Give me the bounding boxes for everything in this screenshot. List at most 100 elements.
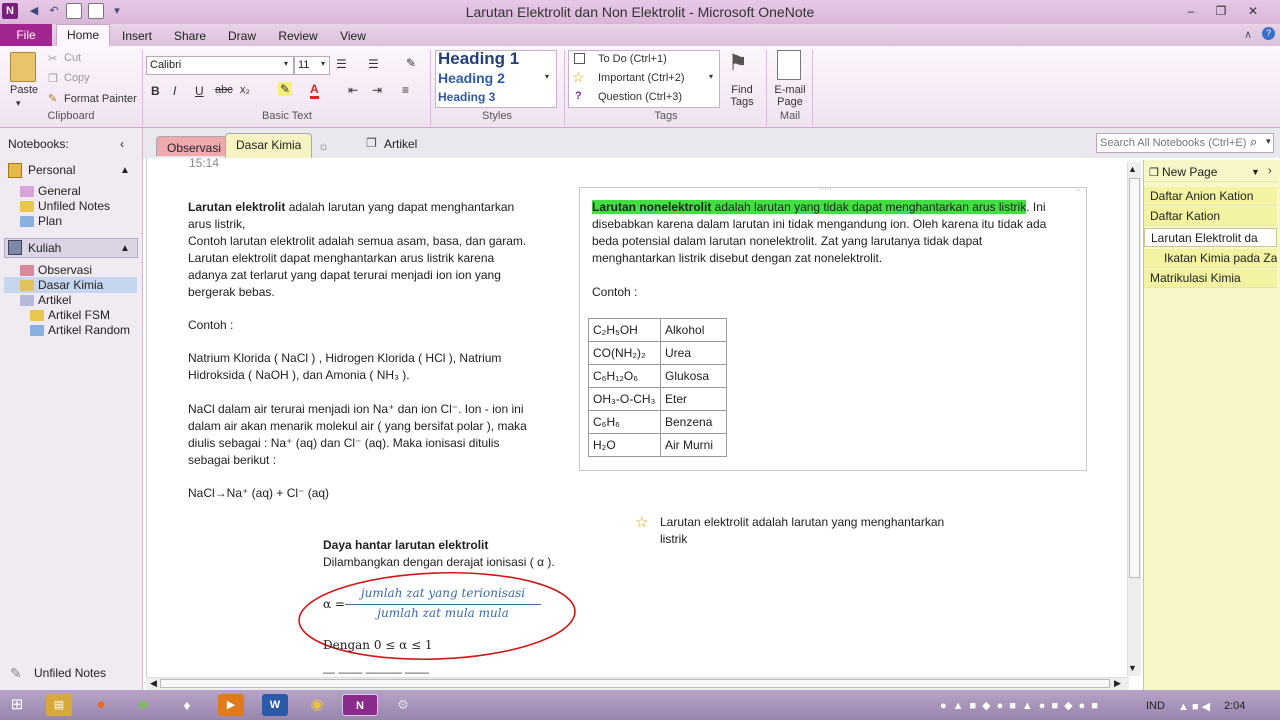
text-line[interactable]: menghantarkan listrik disebut dengan zat… — [592, 250, 882, 267]
collapse-ribbon-icon[interactable]: ∧ — [1244, 28, 1252, 41]
alpha-range[interactable]: Dengan 0 ≤ α ≤ 1 — [323, 637, 433, 654]
electrolyte-definition[interactable]: Larutan elektrolit adalah larutan yang d… — [188, 199, 514, 216]
nonelectrolyte-definition[interactable]: Larutan nonelektrolit adalah larutan yan… — [592, 199, 1046, 216]
page-item-selected[interactable]: Larutan Elektrolit da — [1144, 228, 1277, 247]
font-color-icon[interactable]: A — [310, 82, 319, 99]
tag-todo[interactable]: To Do (Ctrl+1) — [598, 53, 667, 65]
tab-home[interactable]: Home — [56, 24, 110, 46]
help-icon[interactable]: ? — [1262, 27, 1275, 40]
chrome-icon[interactable]: ◉ — [304, 694, 330, 716]
bullets-icon[interactable]: ☰ — [336, 57, 347, 71]
style-heading-2[interactable]: Heading 2 — [438, 70, 505, 86]
tab-dasar-kimia[interactable]: Dasar Kimia — [225, 133, 313, 158]
formula-cell[interactable]: CO(NH₂)₂ — [588, 341, 661, 365]
tray-icons-2[interactable]: ▲ ■ ◀ — [1178, 700, 1210, 713]
formula-cell[interactable]: C₆H₁₂O₆ — [588, 364, 661, 388]
tab-file[interactable]: File — [0, 24, 52, 46]
numbering-icon[interactable]: ☰ — [368, 57, 379, 71]
tray-icons[interactable]: ●▲■◆●■▲●■◆●■ — [940, 699, 1104, 712]
section-general[interactable]: General — [38, 184, 81, 199]
cut-button[interactable]: Cut — [64, 52, 81, 64]
subscript-icon[interactable]: x₂ — [240, 84, 250, 96]
scroll-left-icon[interactable]: ◀ — [150, 678, 157, 689]
paste-button[interactable]: Paste — [10, 84, 38, 96]
scroll-up-icon[interactable]: ▲ — [1128, 164, 1137, 174]
format-painter-button[interactable]: Format Painter — [64, 93, 137, 105]
section-artikel[interactable]: Artikel — [38, 293, 71, 308]
notebook-personal[interactable]: Personal — [28, 163, 75, 178]
strikethrough-icon[interactable]: abc — [215, 84, 233, 96]
language-indicator[interactable]: IND — [1146, 700, 1165, 712]
style-heading-3[interactable]: Heading 3 — [438, 90, 495, 104]
section-unfiled-notes[interactable]: Unfiled Notes — [38, 199, 110, 214]
underline-icon[interactable]: U — [195, 84, 204, 98]
clear-formatting-icon[interactable]: ✎ — [406, 56, 416, 70]
start-button-icon[interactable]: ⊞ — [4, 694, 30, 716]
name-cell[interactable]: Alkohol — [660, 318, 727, 342]
restore-button[interactable]: ❐ — [1208, 2, 1234, 20]
ionization-equation[interactable]: NaCl→Na⁺ (aq) + Cl⁻ (aq) — [188, 485, 329, 502]
text-line[interactable]: bergerak bebas. — [188, 284, 275, 301]
copy-button[interactable]: Copy — [64, 72, 90, 84]
daya-hantar-title[interactable]: Daya hantar larutan elektrolit — [323, 537, 488, 554]
name-cell[interactable]: Benzena — [660, 410, 727, 434]
page-item[interactable]: Daftar Kation — [1144, 207, 1277, 226]
align-icon[interactable]: ≡ — [402, 83, 409, 97]
tab-share[interactable]: Share — [166, 26, 214, 46]
container-drag-handle[interactable]: ‧‧‧‧‧ — [819, 185, 832, 194]
styles-more-icon[interactable]: ▾ — [545, 72, 549, 81]
tab-review[interactable]: Review — [272, 26, 324, 46]
text-line[interactable]: listrik — [660, 531, 687, 548]
paste-icon[interactable] — [10, 52, 36, 82]
font-dropdown-icon[interactable]: ▾ — [284, 59, 288, 68]
text-line[interactable]: Hidroksida ( NaOH ), dan Amonia ( NH₃ ). — [188, 367, 410, 384]
email-page-button[interactable]: E-mail Page — [772, 84, 808, 108]
text-line[interactable]: arus listrik, — [188, 216, 245, 233]
new-page-dropdown-icon[interactable]: ▼ — [1251, 167, 1260, 177]
text-line[interactable]: diulis sebagai : Na⁺ (aq) dan Cl⁻ (aq). … — [188, 435, 499, 452]
folder-icon[interactable]: ❖ — [130, 694, 156, 716]
formula-cell[interactable]: C₂H₅OH — [588, 318, 661, 342]
search-icon[interactable]: ⌕ — [1250, 134, 1257, 150]
clock[interactable]: 2:04 — [1224, 700, 1245, 712]
word-icon[interactable]: W — [262, 694, 288, 716]
formula-cell[interactable]: H₂O — [588, 433, 661, 457]
container-resize-icon[interactable]: ⇔ — [1074, 185, 1082, 194]
collapse-notebook-icon[interactable]: ▲ — [120, 163, 130, 178]
scroll-right-icon[interactable]: ▶ — [1114, 678, 1121, 689]
collapse-nav-icon[interactable]: ‹ — [120, 137, 124, 152]
text-line[interactable]: Contoh : — [592, 284, 637, 301]
text-line[interactable]: Contoh larutan elektrolit adalah semua a… — [188, 233, 526, 250]
paste-dropdown-icon[interactable]: ▾ — [16, 98, 21, 109]
tag-question[interactable]: Question (Ctrl+3) — [598, 91, 682, 103]
text-line[interactable]: adanya zat terlarut yang dapat terurai m… — [188, 267, 501, 284]
explorer-icon[interactable]: ▤ — [46, 694, 72, 716]
formula-cell[interactable]: C₆H₆ — [588, 410, 661, 434]
text-line[interactable]: Larutan elektrolit dapat menghantarkan a… — [188, 250, 494, 267]
tab-artikel[interactable]: Artikel — [384, 137, 417, 151]
collapse-pages-icon[interactable]: › — [1268, 165, 1272, 177]
search-input[interactable]: Search All Notebooks (Ctrl+E) — [1096, 133, 1274, 153]
section-artikel-random[interactable]: Artikel Random — [48, 323, 130, 338]
onenote-taskbar-icon[interactable]: N — [342, 694, 378, 716]
tab-observasi[interactable]: Observasi — [156, 136, 233, 156]
scroll-thumb[interactable] — [1129, 178, 1140, 578]
notebook-kuliah[interactable]: Kuliah — [28, 241, 61, 256]
media-player-icon[interactable]: ▶ — [218, 694, 244, 716]
style-heading-1[interactable]: Heading 1 — [438, 49, 519, 69]
text-line[interactable]: Larutan elektrolit adalah larutan yang m… — [660, 514, 944, 531]
new-section-icon[interactable]: ☼ — [318, 139, 329, 153]
find-tags-button[interactable]: Find Tags — [730, 84, 754, 108]
page-item[interactable]: Matrikulasi Kimia — [1144, 269, 1277, 288]
increase-indent-icon[interactable]: ⇥ — [372, 83, 382, 97]
text-line[interactable]: disebabkan karena dalam larutan ini tida… — [592, 216, 1046, 233]
text-line[interactable]: sebagai berikut : — [188, 452, 276, 469]
tab-draw[interactable]: Draw — [218, 26, 266, 46]
name-cell[interactable]: Glukosa — [660, 364, 727, 388]
close-button[interactable]: ✕ — [1240, 2, 1266, 20]
bold-icon[interactable]: B — [151, 84, 160, 98]
search-dropdown-icon[interactable]: ▾ — [1266, 136, 1271, 147]
text-line[interactable]: Contoh : — [188, 317, 233, 334]
name-cell[interactable]: Eter — [660, 387, 727, 411]
formula-cell[interactable]: OH₃-O-CH₃ — [588, 387, 661, 411]
